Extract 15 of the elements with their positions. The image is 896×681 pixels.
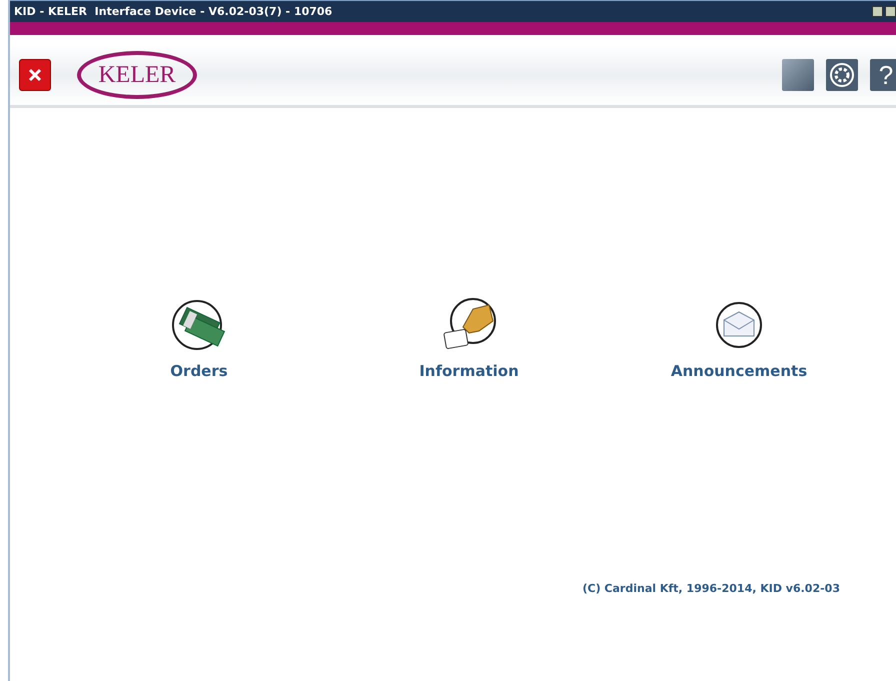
window-title: KID - KELER Interface Device - V6.02-03(7) - 10706 [14,5,332,18]
settings-button[interactable] [826,59,858,91]
copyright-text: (C) Cardinal Kft, 1996-2014, KID v6.02-03 [582,582,840,595]
settings-icon [829,62,855,88]
menu-link[interactable]: Announcements [670,362,808,380]
close-button[interactable] [19,59,51,91]
close-icon [28,68,42,82]
money-icon[interactable] [171,299,227,351]
help-button[interactable]: ? [870,59,896,91]
menu-link[interactable]: Orders [170,362,228,380]
maximize-icon[interactable] [885,6,896,17]
logo: KELER [77,51,197,99]
menu-link[interactable]: Information [419,362,519,380]
envelope-icon[interactable] [715,300,763,350]
minimize-icon[interactable] [872,6,883,17]
